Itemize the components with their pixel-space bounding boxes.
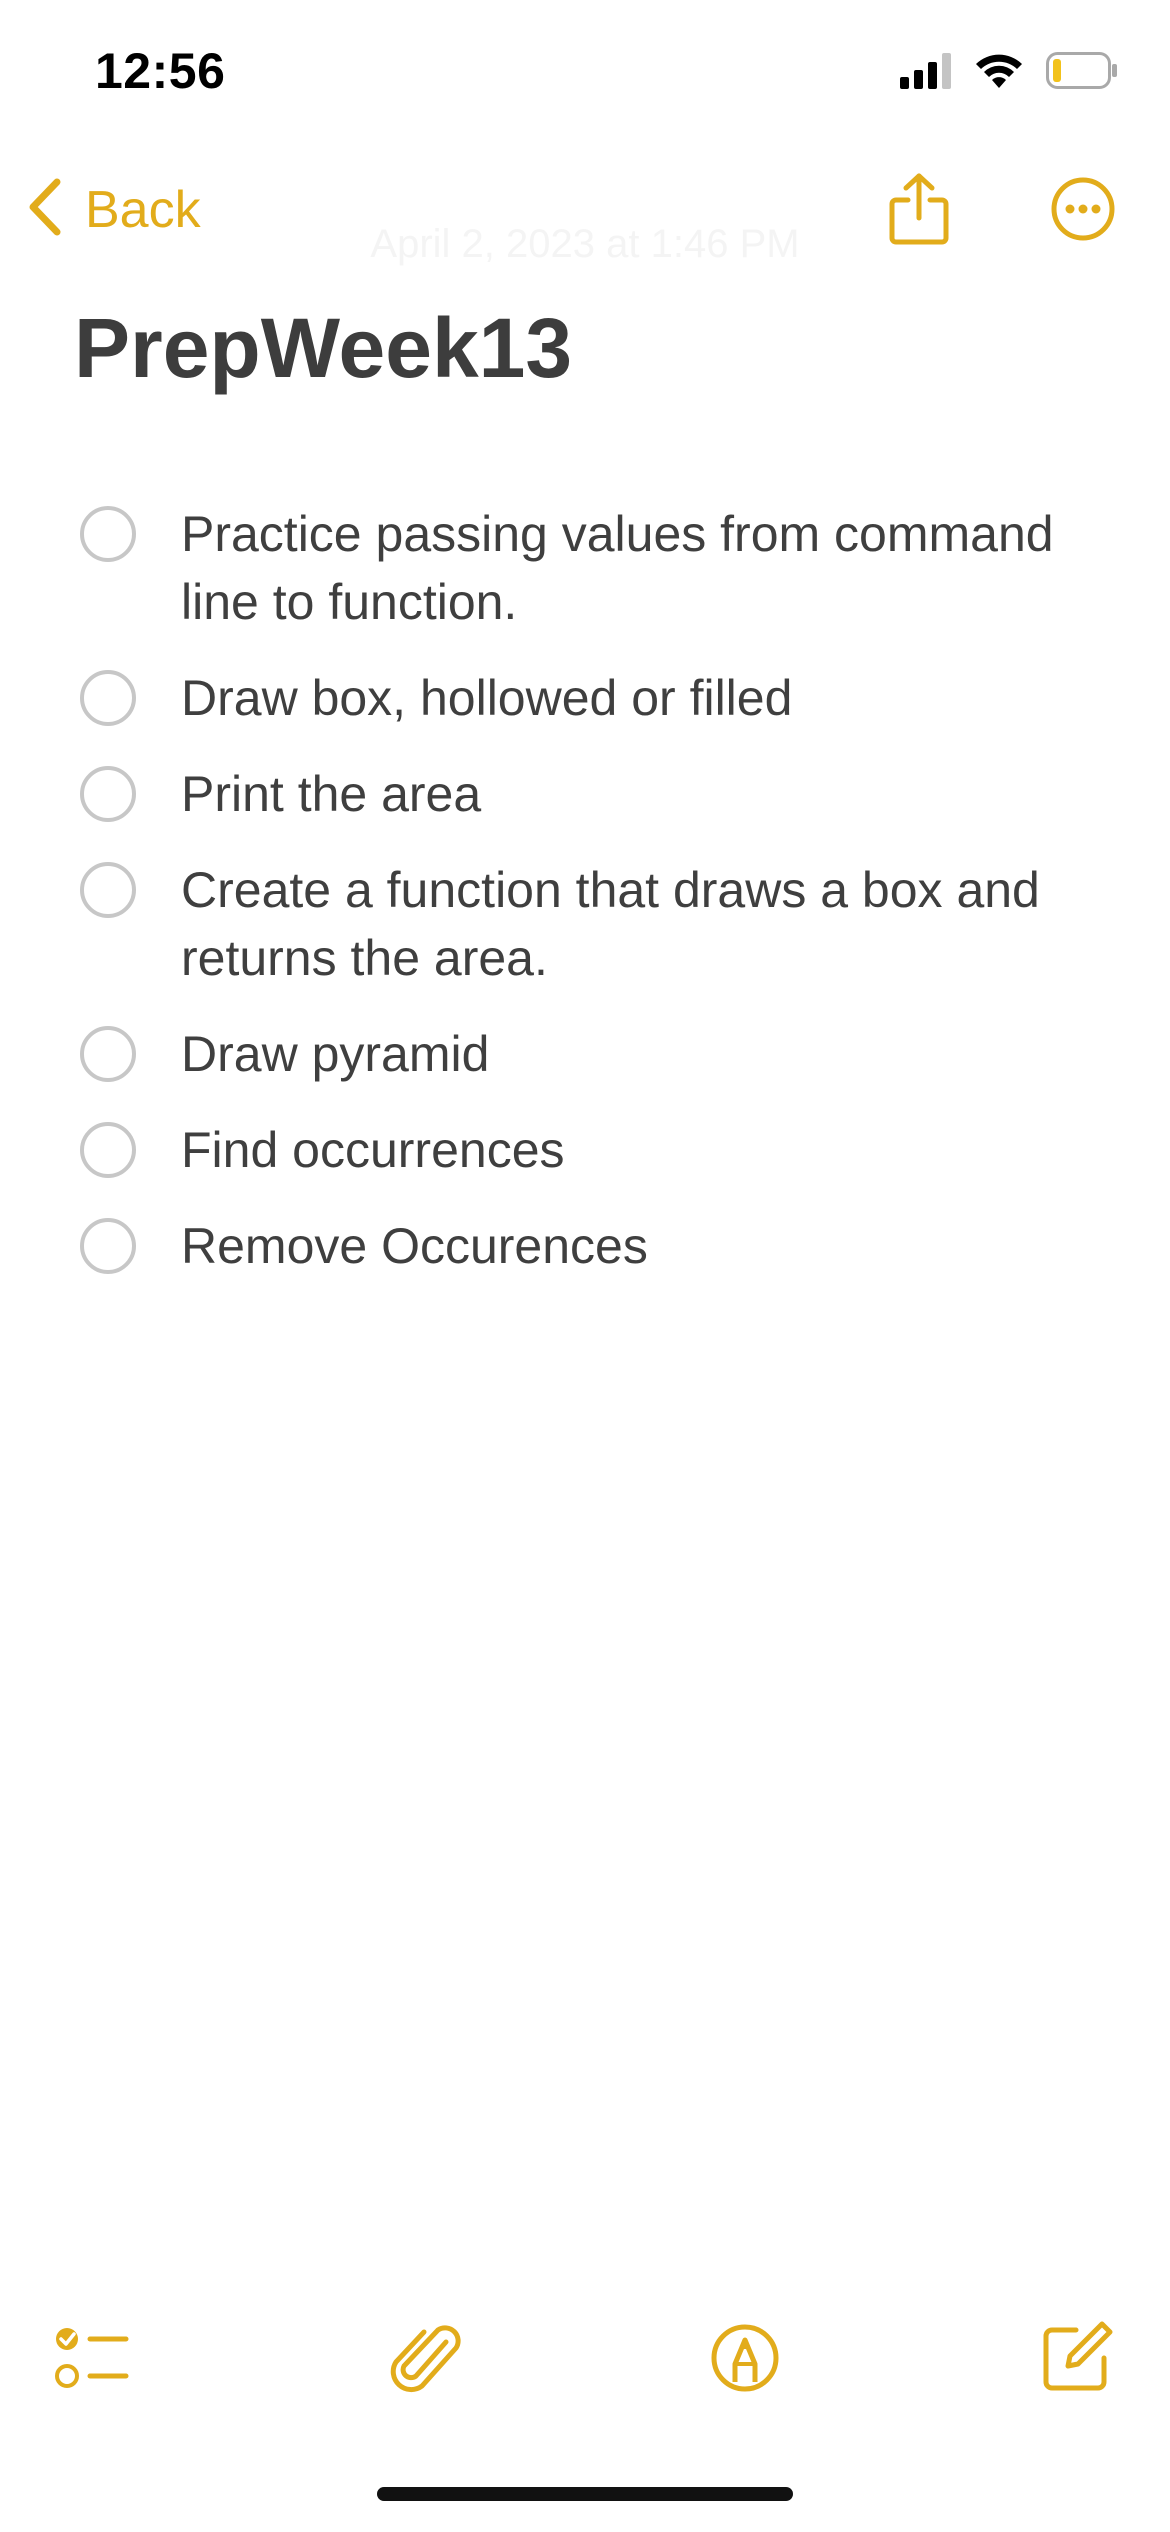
checklist-item[interactable]: Draw pyramid	[0, 1020, 1170, 1088]
checklist-icon	[52, 2328, 132, 2404]
checklist-item[interactable]: Find occurrences	[0, 1116, 1170, 1184]
checklist-item-text[interactable]: Practice passing values from command lin…	[181, 506, 1054, 630]
checklist-item[interactable]: Draw box, hollowed or filled	[0, 664, 1170, 732]
compose-icon	[1040, 2321, 1114, 2398]
status-bar: 12:56	[0, 0, 1170, 150]
bottom-toolbar	[0, 2320, 1170, 2410]
checklist-item-text[interactable]: Draw pyramid	[181, 1026, 489, 1082]
note-title[interactable]: PrepWeek13	[74, 300, 572, 397]
markup-pen-icon	[710, 2324, 780, 2400]
checkbox-circle[interactable]	[80, 1122, 136, 1178]
share-icon	[888, 173, 950, 250]
compose-button[interactable]	[1040, 2320, 1114, 2399]
checklist-item-text[interactable]: Create a function that draws a box and r…	[181, 862, 1040, 986]
checkbox-circle[interactable]	[80, 506, 136, 562]
ellipsis-circle-icon	[1050, 177, 1116, 246]
status-time: 12:56	[95, 43, 226, 99]
share-button[interactable]	[888, 172, 950, 251]
back-button[interactable]: Back	[25, 176, 201, 243]
cellular-signal-icon	[900, 53, 952, 94]
checkbox-circle[interactable]	[80, 766, 136, 822]
paperclip-icon	[390, 2325, 466, 2404]
chevron-left-icon	[25, 176, 63, 243]
more-options-button[interactable]	[1050, 176, 1116, 247]
home-indicator[interactable]	[377, 2487, 793, 2501]
battery-icon	[1046, 52, 1118, 95]
checklist-item[interactable]: Practice passing values from command lin…	[0, 500, 1170, 636]
checklist-item-text[interactable]: Print the area	[181, 766, 481, 822]
checkbox-circle[interactable]	[80, 670, 136, 726]
checkbox-circle[interactable]	[80, 1218, 136, 1274]
wifi-icon	[974, 52, 1024, 95]
checklist-item[interactable]: Remove Occurences	[0, 1212, 1170, 1280]
checklist-item[interactable]: Print the area	[0, 760, 1170, 828]
back-label: Back	[85, 180, 201, 239]
checklist: Practice passing values from command lin…	[0, 500, 1170, 1308]
checklist-item-text[interactable]: Find occurrences	[181, 1122, 565, 1178]
status-icons	[900, 52, 1118, 95]
markup-button[interactable]	[710, 2320, 780, 2401]
checklist-item[interactable]: Create a function that draws a box and r…	[0, 856, 1170, 992]
nav-bar: April 2, 2023 at 1:46 PM Back	[0, 150, 1170, 270]
checklist-item-text[interactable]: Draw box, hollowed or filled	[181, 670, 792, 726]
checkbox-circle[interactable]	[80, 862, 136, 918]
checkbox-circle[interactable]	[80, 1026, 136, 1082]
checklist-button[interactable]	[52, 2320, 132, 2405]
attachment-button[interactable]	[390, 2320, 466, 2405]
checklist-item-text[interactable]: Remove Occurences	[181, 1218, 648, 1274]
